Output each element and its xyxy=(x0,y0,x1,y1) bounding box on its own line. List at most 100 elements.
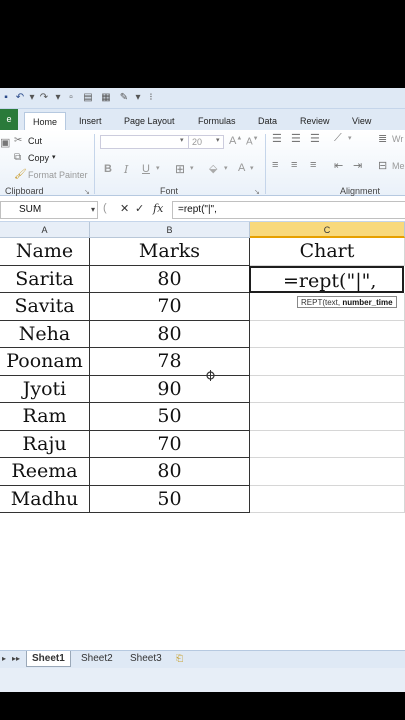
print-icon[interactable]: ▦ xyxy=(100,92,112,104)
new-icon[interactable]: ▫ xyxy=(65,92,77,104)
increase-indent-icon[interactable]: ⇥ xyxy=(353,159,362,172)
underline-dropdown-icon[interactable]: ▾ xyxy=(156,164,160,172)
tab-view[interactable]: View xyxy=(352,112,371,130)
align-right-icon[interactable]: ≡ xyxy=(310,159,316,171)
sheet-tab-1[interactable]: Sheet1 xyxy=(26,651,71,667)
borders-dropdown-icon[interactable]: ▾ xyxy=(190,164,194,172)
cell-marks[interactable]: 50 xyxy=(90,485,250,513)
cell-marks[interactable]: 78 xyxy=(90,348,250,376)
borders-icon[interactable]: ⊞ xyxy=(175,162,185,176)
name-box[interactable]: SUM ▾ xyxy=(0,201,98,219)
cell-marks[interactable]: 80 xyxy=(90,265,250,293)
font-name-select[interactable] xyxy=(100,135,192,149)
align-left-icon[interactable]: ≡ xyxy=(272,159,278,171)
insert-sheet-icon[interactable]: ⎗ xyxy=(176,653,183,664)
format-painter-button[interactable]: Format Painter xyxy=(28,170,88,180)
column-header-c[interactable]: C xyxy=(250,222,405,238)
undo-icon[interactable]: ↶ xyxy=(14,92,26,104)
cell-name[interactable]: Ram xyxy=(0,403,90,431)
align-top-icon[interactable]: ☰ xyxy=(272,132,282,145)
cell-c1[interactable]: Chart xyxy=(250,238,405,266)
redo-dropdown-icon[interactable]: ▾ xyxy=(52,92,64,104)
shrink-font-icon[interactable]: A▼ xyxy=(246,136,259,147)
sheet-tab-2[interactable]: Sheet2 xyxy=(76,651,118,667)
name-box-dropdown-icon[interactable]: ▾ xyxy=(91,202,95,218)
tab-file[interactable]: e xyxy=(0,109,18,130)
tab-formulas[interactable]: Formulas xyxy=(198,112,236,130)
qat-more-icon[interactable]: ⁝ xyxy=(145,92,157,104)
fill-color-icon[interactable]: ⬙ xyxy=(209,162,217,175)
paste-icon[interactable]: ▣ xyxy=(0,136,10,149)
cell-chart[interactable] xyxy=(250,375,405,403)
cell-name[interactable]: Sarita xyxy=(0,265,90,293)
wrap-text-icon[interactable]: ≣ xyxy=(378,132,387,145)
enter-icon[interactable]: ✓ xyxy=(135,202,144,215)
fill-color-dropdown-icon[interactable]: ▾ xyxy=(224,164,228,172)
copy-icon[interactable]: ⧉ xyxy=(14,152,21,163)
orientation-dropdown-icon[interactable]: ▾ xyxy=(348,134,352,142)
cell-chart[interactable] xyxy=(250,458,405,486)
cell-name[interactable]: Reema xyxy=(0,458,90,486)
print-preview-icon[interactable]: ▤ xyxy=(82,92,94,104)
cell-name[interactable]: Jyoti xyxy=(0,375,90,403)
cell-chart[interactable] xyxy=(250,348,405,376)
cut-button[interactable]: Cut xyxy=(28,136,42,146)
wrap-text-button[interactable]: Wr xyxy=(392,134,403,144)
font-color-dropdown-icon[interactable]: ▾ xyxy=(250,164,254,172)
font-name-dropdown-icon[interactable]: ▾ xyxy=(180,136,184,144)
column-header-b[interactable]: B xyxy=(90,222,250,238)
underline-button[interactable]: U xyxy=(142,163,150,175)
merge-center-icon[interactable]: ⊟ xyxy=(378,159,387,172)
cell-name[interactable]: Poonam xyxy=(0,348,90,376)
spelling-icon[interactable]: ✎ xyxy=(118,92,130,104)
clipboard-launcher-icon[interactable]: ↘ xyxy=(84,188,90,196)
align-bottom-icon[interactable]: ☰ xyxy=(310,132,320,145)
orientation-icon[interactable]: ⟋ xyxy=(334,132,342,145)
cell-a1[interactable]: Name xyxy=(0,238,90,266)
tab-insert[interactable]: Insert xyxy=(79,112,102,130)
tab-data[interactable]: Data xyxy=(258,112,277,130)
font-size-dropdown-icon[interactable]: ▾ xyxy=(216,136,220,144)
cell-chart[interactable] xyxy=(250,320,405,348)
customize-dropdown-icon[interactable]: ▾ xyxy=(132,92,144,104)
tab-home[interactable]: Home xyxy=(24,112,67,130)
grow-font-icon[interactable]: A▲ xyxy=(229,135,242,147)
cell-marks[interactable]: 50 xyxy=(90,403,250,431)
format-painter-icon[interactable]: 🖌 xyxy=(14,169,27,180)
tab-page-layout[interactable]: Page Layout xyxy=(124,112,175,130)
formula-input[interactable]: =rept("|", xyxy=(172,201,405,219)
bold-button[interactable]: B xyxy=(104,163,112,175)
redo-icon[interactable]: ↷ xyxy=(38,92,50,104)
merge-center-button[interactable]: Me xyxy=(392,161,405,171)
cell-chart[interactable] xyxy=(250,403,405,431)
copy-dropdown-icon[interactable]: ▾ xyxy=(52,153,56,161)
next-sheet-icon[interactable]: ▸▸ xyxy=(12,654,20,663)
cell-chart[interactable] xyxy=(250,430,405,458)
cell-marks[interactable]: 70 xyxy=(90,430,250,458)
cancel-icon[interactable]: ✕ xyxy=(120,202,129,215)
font-color-icon[interactable]: A xyxy=(238,162,245,174)
copy-button[interactable]: Copy xyxy=(28,153,49,163)
save-icon[interactable]: ▪ xyxy=(0,92,12,104)
cell-marks[interactable]: 80 xyxy=(90,320,250,348)
font-launcher-icon[interactable]: ↘ xyxy=(254,188,260,196)
align-center-icon[interactable]: ≡ xyxy=(291,159,297,171)
cell-c2-editing[interactable]: =rept("|", xyxy=(249,265,404,293)
italic-button[interactable]: I xyxy=(124,163,128,176)
sheet-tab-3[interactable]: Sheet3 xyxy=(125,651,167,667)
cell-name[interactable]: Savita xyxy=(0,293,90,321)
cell-marks[interactable]: 90 xyxy=(90,375,250,403)
cut-icon[interactable]: ✂ xyxy=(14,135,22,146)
undo-dropdown-icon[interactable]: ▾ xyxy=(26,92,38,104)
cell-chart[interactable] xyxy=(250,485,405,513)
cell-name[interactable]: Madhu xyxy=(0,485,90,513)
cell-marks[interactable]: 70 xyxy=(90,293,250,321)
decrease-indent-icon[interactable]: ⇤ xyxy=(334,159,343,172)
cell-name[interactable]: Neha xyxy=(0,320,90,348)
align-middle-icon[interactable]: ☰ xyxy=(291,132,301,145)
cell-name[interactable]: Raju xyxy=(0,430,90,458)
column-header-a[interactable]: A xyxy=(0,222,90,238)
first-sheet-icon[interactable]: ▸ xyxy=(2,654,6,663)
tab-review[interactable]: Review xyxy=(300,112,330,130)
insert-function-icon[interactable]: fx xyxy=(153,202,163,215)
